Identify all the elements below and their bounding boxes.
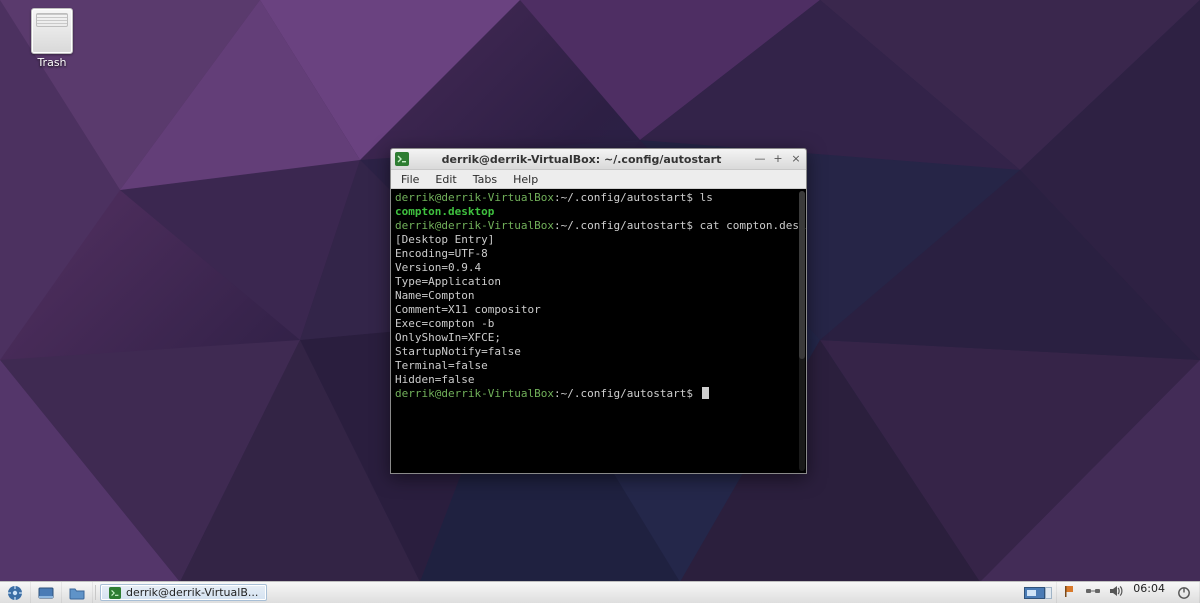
network-icon[interactable] bbox=[1085, 585, 1101, 600]
power-icon bbox=[1177, 586, 1191, 600]
file-line: Encoding=UTF-8 bbox=[395, 247, 488, 260]
terminal-app-icon bbox=[109, 587, 121, 599]
file-line: Name=Compton bbox=[395, 289, 474, 302]
workspace-switcher[interactable] bbox=[1020, 582, 1057, 603]
desktop-icon-label: Trash bbox=[20, 56, 84, 69]
terminal-cursor bbox=[702, 387, 709, 399]
menu-tabs[interactable]: Tabs bbox=[467, 172, 503, 187]
terminal-ls-output: compton.desktop bbox=[395, 205, 494, 218]
file-line: Exec=compton -b bbox=[395, 317, 494, 330]
terminal-window[interactable]: derrik@derrik-VirtualBox: ~/.config/auto… bbox=[390, 148, 807, 474]
file-line: Type=Application bbox=[395, 275, 501, 288]
session-power-button[interactable] bbox=[1169, 582, 1200, 603]
volume-icon[interactable] bbox=[1109, 585, 1123, 600]
file-manager-icon bbox=[69, 586, 85, 600]
window-titlebar[interactable]: derrik@derrik-VirtualBox: ~/.config/auto… bbox=[391, 149, 806, 170]
window-title: derrik@derrik-VirtualBox: ~/.config/auto… bbox=[415, 153, 748, 166]
taskbar-task-label: derrik@derrik-VirtualB... bbox=[126, 586, 258, 599]
file-line: StartupNotify=false bbox=[395, 345, 521, 358]
prompt-path: ~/.config/autostart bbox=[561, 219, 687, 232]
prompt-sigil: $ bbox=[686, 387, 693, 400]
window-minimize-button[interactable]: — bbox=[754, 153, 766, 165]
prompt-sigil: $ bbox=[686, 219, 693, 232]
terminal-scrollbar[interactable] bbox=[799, 191, 805, 471]
desktop-trash-icon[interactable]: Trash bbox=[20, 8, 84, 69]
taskbar-task-terminal[interactable]: derrik@derrik-VirtualB... bbox=[100, 584, 267, 601]
menu-file[interactable]: File bbox=[395, 172, 425, 187]
terminal-output[interactable]: derrik@derrik-VirtualBox:~/.config/autos… bbox=[391, 189, 806, 473]
show-desktop-button[interactable] bbox=[31, 582, 62, 603]
prompt-userhost: derrik@derrik-VirtualBox bbox=[395, 219, 554, 232]
menu-edit[interactable]: Edit bbox=[429, 172, 462, 187]
window-maximize-button[interactable]: + bbox=[772, 153, 784, 165]
file-line: Terminal=false bbox=[395, 359, 488, 372]
prompt-path: ~/.config/autostart bbox=[561, 191, 687, 204]
launcher-icon bbox=[7, 585, 23, 601]
scrollbar-thumb[interactable] bbox=[799, 191, 805, 359]
show-desktop-icon bbox=[38, 586, 54, 600]
prompt-userhost: derrik@derrik-VirtualBox bbox=[395, 191, 554, 204]
prompt-userhost: derrik@derrik-VirtualBox bbox=[395, 387, 554, 400]
panel-separator bbox=[95, 585, 96, 600]
terminal-menubar: File Edit Tabs Help bbox=[391, 170, 806, 189]
workspace-switcher-icon bbox=[1024, 586, 1052, 600]
file-line: OnlyShowIn=XFCE; bbox=[395, 331, 501, 344]
prompt-path: ~/.config/autostart bbox=[561, 387, 687, 400]
window-close-button[interactable]: × bbox=[790, 153, 802, 165]
launcher-menu-button[interactable] bbox=[0, 582, 31, 603]
file-line: Comment=X11 compositor bbox=[395, 303, 541, 316]
file-line: Hidden=false bbox=[395, 373, 474, 386]
prompt-sigil: $ bbox=[686, 191, 693, 204]
system-tray bbox=[1057, 582, 1129, 603]
file-line: Version=0.9.4 bbox=[395, 261, 481, 274]
file-line: [Desktop Entry] bbox=[395, 233, 494, 246]
terminal-app-icon bbox=[395, 152, 409, 166]
file-manager-launcher[interactable] bbox=[62, 582, 93, 603]
notification-flag-icon[interactable] bbox=[1063, 584, 1077, 601]
panel-spacer bbox=[269, 582, 1020, 603]
trash-icon bbox=[31, 8, 73, 54]
terminal-cmd-cat: cat compton.desktop bbox=[700, 219, 806, 232]
panel-clock[interactable]: 06:04 bbox=[1129, 582, 1169, 603]
menu-help[interactable]: Help bbox=[507, 172, 544, 187]
taskbar-panel: derrik@derrik-VirtualB... 06:04 bbox=[0, 581, 1200, 603]
terminal-cmd-ls: ls bbox=[700, 191, 713, 204]
